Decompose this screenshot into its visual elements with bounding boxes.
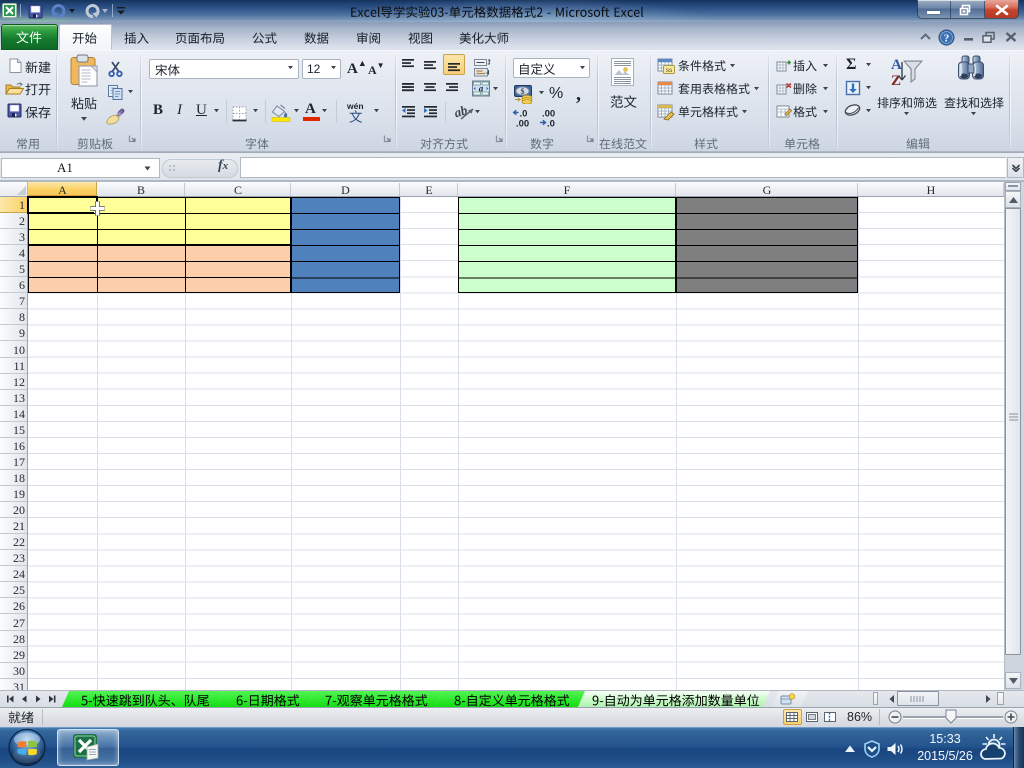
svg-text:Z: Z <box>891 73 901 88</box>
svg-text:.00: .00 <box>516 119 529 129</box>
svg-text:?: ? <box>944 33 950 45</box>
svg-text:.0: .0 <box>547 119 555 129</box>
svg-text:A: A <box>891 57 902 73</box>
svg-text:ss: ss <box>666 67 673 74</box>
svg-text:$: $ <box>521 87 525 96</box>
svg-text:a: a <box>479 84 484 94</box>
